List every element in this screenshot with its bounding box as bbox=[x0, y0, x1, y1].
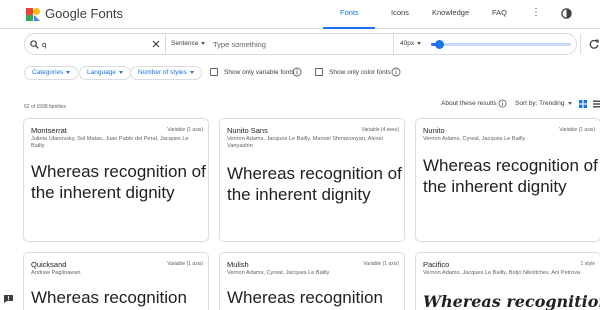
font-size-dropdown[interactable]: 40px bbox=[400, 40, 422, 47]
search-input[interactable] bbox=[42, 38, 142, 51]
font-sample-text: Whereas recognition bbox=[227, 288, 383, 307]
list-view-icon[interactable] bbox=[593, 100, 600, 108]
language-filter[interactable]: Language bbox=[79, 66, 131, 80]
font-authors: Vernon Adams, Jacques Le Bailly, Botjo N… bbox=[423, 270, 581, 276]
font-size-slider[interactable] bbox=[431, 43, 571, 46]
info-icon[interactable] bbox=[391, 67, 401, 77]
variable-fonts-label[interactable]: Show only variable fonts bbox=[224, 69, 294, 76]
font-authors: Vernon Adams, Cyreal, Jacques Le Bailly bbox=[423, 136, 526, 142]
preview-mode-dropdown[interactable]: Sentence bbox=[171, 40, 206, 47]
font-card-montserrat[interactable]: Montserrat Variable (1 axis) Julieta Ula… bbox=[23, 118, 209, 242]
variable-fonts-checkbox[interactable] bbox=[210, 68, 218, 76]
font-authors: Vernon Adams, Jacques Le Bailly, Manvel … bbox=[227, 136, 383, 150]
theme-toggle-icon[interactable] bbox=[561, 8, 572, 19]
font-size-slider-thumb[interactable] bbox=[434, 40, 444, 49]
font-authors: Andrew Paglinawan bbox=[31, 270, 81, 276]
font-card-nunito-sans[interactable]: Nunito Sans Variable (4 axes) Vernon Ada… bbox=[219, 118, 405, 242]
nav-tab-fonts[interactable]: Fonts bbox=[340, 8, 359, 17]
divider bbox=[393, 34, 394, 54]
nav-tab-knowledge[interactable]: Knowledge bbox=[432, 8, 469, 17]
nav-tab-icons[interactable]: Icons bbox=[391, 8, 409, 17]
font-name: Quicksand bbox=[31, 260, 67, 269]
chevron-down-icon bbox=[189, 70, 194, 74]
font-card-nunito[interactable]: Nunito Variable (1 axis) Vernon Adams, C… bbox=[415, 118, 600, 242]
about-results-link[interactable]: About these results bbox=[441, 100, 497, 107]
font-sample-text: Whereas recognition bbox=[31, 288, 187, 307]
font-variable-info: 1 style bbox=[580, 261, 595, 267]
font-name: Nunito Sans bbox=[227, 126, 268, 135]
chevron-down-icon bbox=[118, 70, 123, 74]
divider bbox=[165, 34, 166, 54]
font-card-mulish[interactable]: Mulish Variable (1 axis) Vernon Adams, C… bbox=[219, 252, 405, 310]
categories-filter[interactable]: Categories bbox=[24, 66, 79, 80]
font-variable-info: Variable (4 axes) bbox=[361, 127, 399, 133]
font-variable-info: Variable (1 axis) bbox=[167, 127, 203, 133]
font-size-label: 40px bbox=[400, 40, 415, 47]
color-fonts-checkbox[interactable] bbox=[315, 68, 323, 76]
chevron-down-icon bbox=[417, 41, 422, 45]
active-tab-indicator bbox=[323, 27, 375, 29]
sort-dropdown[interactable]: Sort by: Trending bbox=[515, 100, 572, 107]
font-sample-text: Whereas recognition of bbox=[423, 292, 600, 310]
language-label: Language bbox=[87, 69, 116, 76]
reset-icon[interactable] bbox=[589, 39, 599, 49]
chevron-down-icon bbox=[567, 101, 572, 105]
divider bbox=[580, 34, 581, 54]
google-fonts-logo[interactable] bbox=[25, 6, 41, 22]
font-card-pacifico[interactable]: Pacifico 1 style Vernon Adams, Jacques L… bbox=[415, 252, 600, 310]
font-authors: Julieta Ulanovsky, Sol Matas, Juan Pablo… bbox=[31, 136, 189, 150]
brand-name[interactable]: Google Fonts bbox=[45, 6, 123, 21]
nav-tab-faq[interactable]: FAQ bbox=[492, 8, 507, 17]
feedback-icon[interactable] bbox=[4, 295, 13, 303]
styles-filter[interactable]: Number of styles bbox=[130, 66, 202, 80]
color-fonts-label[interactable]: Show only color fonts bbox=[329, 69, 391, 76]
font-variable-info: Variable (1 axis) bbox=[559, 127, 595, 133]
styles-label: Number of styles bbox=[138, 69, 187, 76]
font-name: Nunito bbox=[423, 126, 445, 135]
font-sample-text: Whereas recognition of the inherent dign… bbox=[31, 162, 206, 202]
grid-view-icon[interactable] bbox=[579, 100, 587, 108]
chevron-down-icon bbox=[66, 70, 71, 74]
font-name: Mulish bbox=[227, 260, 249, 269]
info-icon[interactable] bbox=[292, 67, 302, 77]
sort-label: Sort by: Trending bbox=[515, 100, 565, 107]
search-icon bbox=[30, 40, 39, 49]
font-sample-text: Whereas recognition of the inherent dign… bbox=[227, 164, 402, 204]
categories-label: Categories bbox=[32, 69, 64, 76]
results-count: 62 of 1508 families bbox=[24, 104, 66, 110]
preview-text-input[interactable] bbox=[213, 38, 383, 51]
font-name: Pacifico bbox=[423, 260, 450, 269]
more-vert-icon[interactable]: ⋮ bbox=[531, 8, 541, 18]
info-icon[interactable] bbox=[498, 99, 507, 108]
preview-mode-label: Sentence bbox=[171, 40, 199, 47]
close-icon[interactable] bbox=[152, 40, 160, 48]
font-name: Montserrat bbox=[31, 126, 67, 135]
font-card-quicksand[interactable]: Quicksand Variable (1 axis) Andrew Pagli… bbox=[23, 252, 209, 310]
font-authors: Vernon Adams, Cyreal, Jacques Le Bailly bbox=[227, 270, 330, 276]
font-variable-info: Variable (1 axis) bbox=[363, 261, 399, 267]
font-variable-info: Variable (1 axis) bbox=[167, 261, 203, 267]
top-app-bar: Google Fonts Fonts Icons Knowledge FAQ ⋮ bbox=[0, 0, 600, 29]
font-sample-text: Whereas recognition of the inherent dign… bbox=[423, 156, 598, 196]
chevron-down-icon bbox=[201, 41, 206, 45]
